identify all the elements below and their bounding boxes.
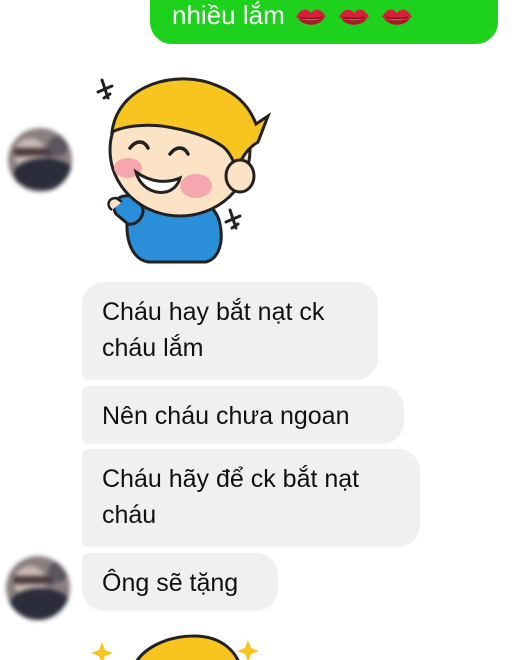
sparkle-sticker-icon[interactable] (88, 612, 278, 660)
incoming-message-bubble[interactable]: Cháu hay bắt nạt ck cháu lắm (82, 282, 378, 380)
sender-avatar[interactable] (8, 128, 72, 192)
kiss-mark-icon (294, 6, 328, 28)
incoming-message-bubble[interactable]: Cháu hãy để ck bắt nạt cháu (82, 449, 420, 547)
kiss-mark-icon (337, 6, 371, 28)
outgoing-message-bubble[interactable]: nhiều lắm (150, 0, 498, 44)
incoming-message-bubble[interactable]: Ông sẽ tặng (82, 553, 278, 611)
incoming-message-text: Cháu hay bắt nạt ck cháu lắm (102, 298, 325, 362)
incoming-message-text: Ông sẽ tặng (102, 569, 239, 597)
incoming-message-text: Nên cháu chưa ngoan (102, 402, 350, 430)
kiss-mark-icon (380, 6, 414, 28)
outgoing-message-text: nhiều lắm (172, 0, 285, 30)
sender-avatar[interactable] (6, 556, 70, 620)
outgoing-message-content: nhiều lắm (172, 0, 414, 30)
incoming-message-bubble[interactable]: Nên cháu chưa ngoan (82, 386, 404, 444)
incoming-message-text: Cháu hãy để ck bắt nạt cháu (102, 465, 360, 529)
laughing-boy-sticker-icon[interactable] (88, 64, 278, 264)
chat-screen: nhiều lắm Cháu hay bắt nạt ck cháu lắm N… (0, 0, 532, 660)
